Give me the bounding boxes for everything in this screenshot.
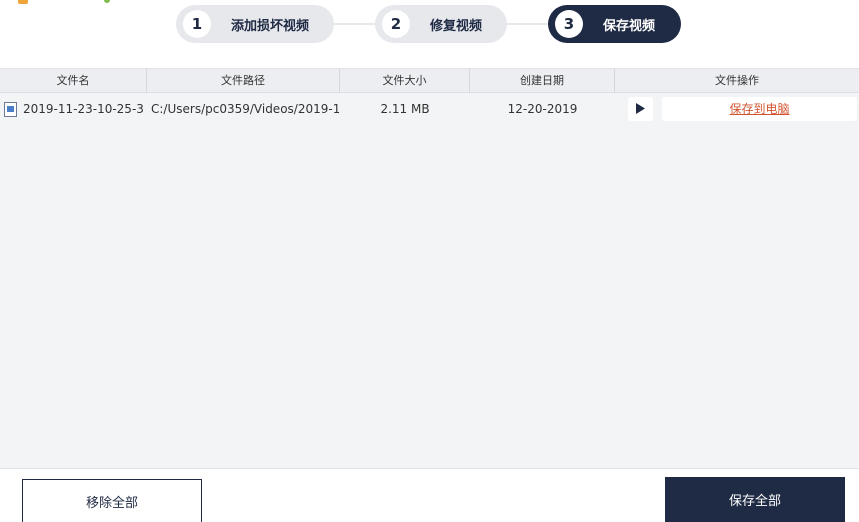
video-file-icon [4,102,17,117]
save-all-button[interactable]: 保存全部 [665,477,845,522]
column-header-path[interactable]: 文件路径 [147,69,340,93]
logo-fragment [18,0,28,4]
step-number: 1 [183,10,211,38]
column-header-date[interactable]: 创建日期 [470,69,615,93]
column-header-actions: 文件操作 [715,74,759,87]
step-number: 3 [555,10,583,38]
column-header-size[interactable]: 文件大小 [340,69,470,93]
footer-bar: 移除全部 保存全部 [0,468,859,522]
table-row[interactable]: 2019-11-23-10-25-3... C:/Users/pc0359/Vi… [0,95,859,123]
play-button[interactable] [628,97,653,121]
step-connector-1 [334,23,376,25]
step-number: 2 [382,10,410,38]
row-file-date: 12-20-2019 [507,102,578,116]
table-header: 文件名 文件路径 文件大小 创建日期 文件操作 [0,68,859,93]
step-connector-2 [507,23,549,25]
step-repair-videos[interactable]: 2 修复视频 [375,5,507,43]
row-file-size: 2.11 MB [380,102,430,116]
remove-all-button[interactable]: 移除全部 [22,479,202,522]
step-save-videos[interactable]: 3 保存视频 [548,5,681,43]
row-file-path: C:/Users/pc0359/Videos/2019-1... [151,102,339,116]
logo-fragment-2 [104,0,110,3]
step-label: 保存视频 [603,18,656,34]
play-icon [636,103,645,114]
row-file-name: 2019-11-23-10-25-3... [23,102,145,116]
step-label: 修复视频 [430,18,483,34]
step-label: 添加损坏视频 [231,18,310,34]
top-bar: 1 添加损坏视频 2 修复视频 3 保存视频 [0,0,859,68]
save-to-computer-link[interactable]: 保存到电脑 [662,97,857,121]
step-add-videos[interactable]: 1 添加损坏视频 [176,5,334,43]
column-header-name[interactable]: 文件名 [0,69,147,93]
